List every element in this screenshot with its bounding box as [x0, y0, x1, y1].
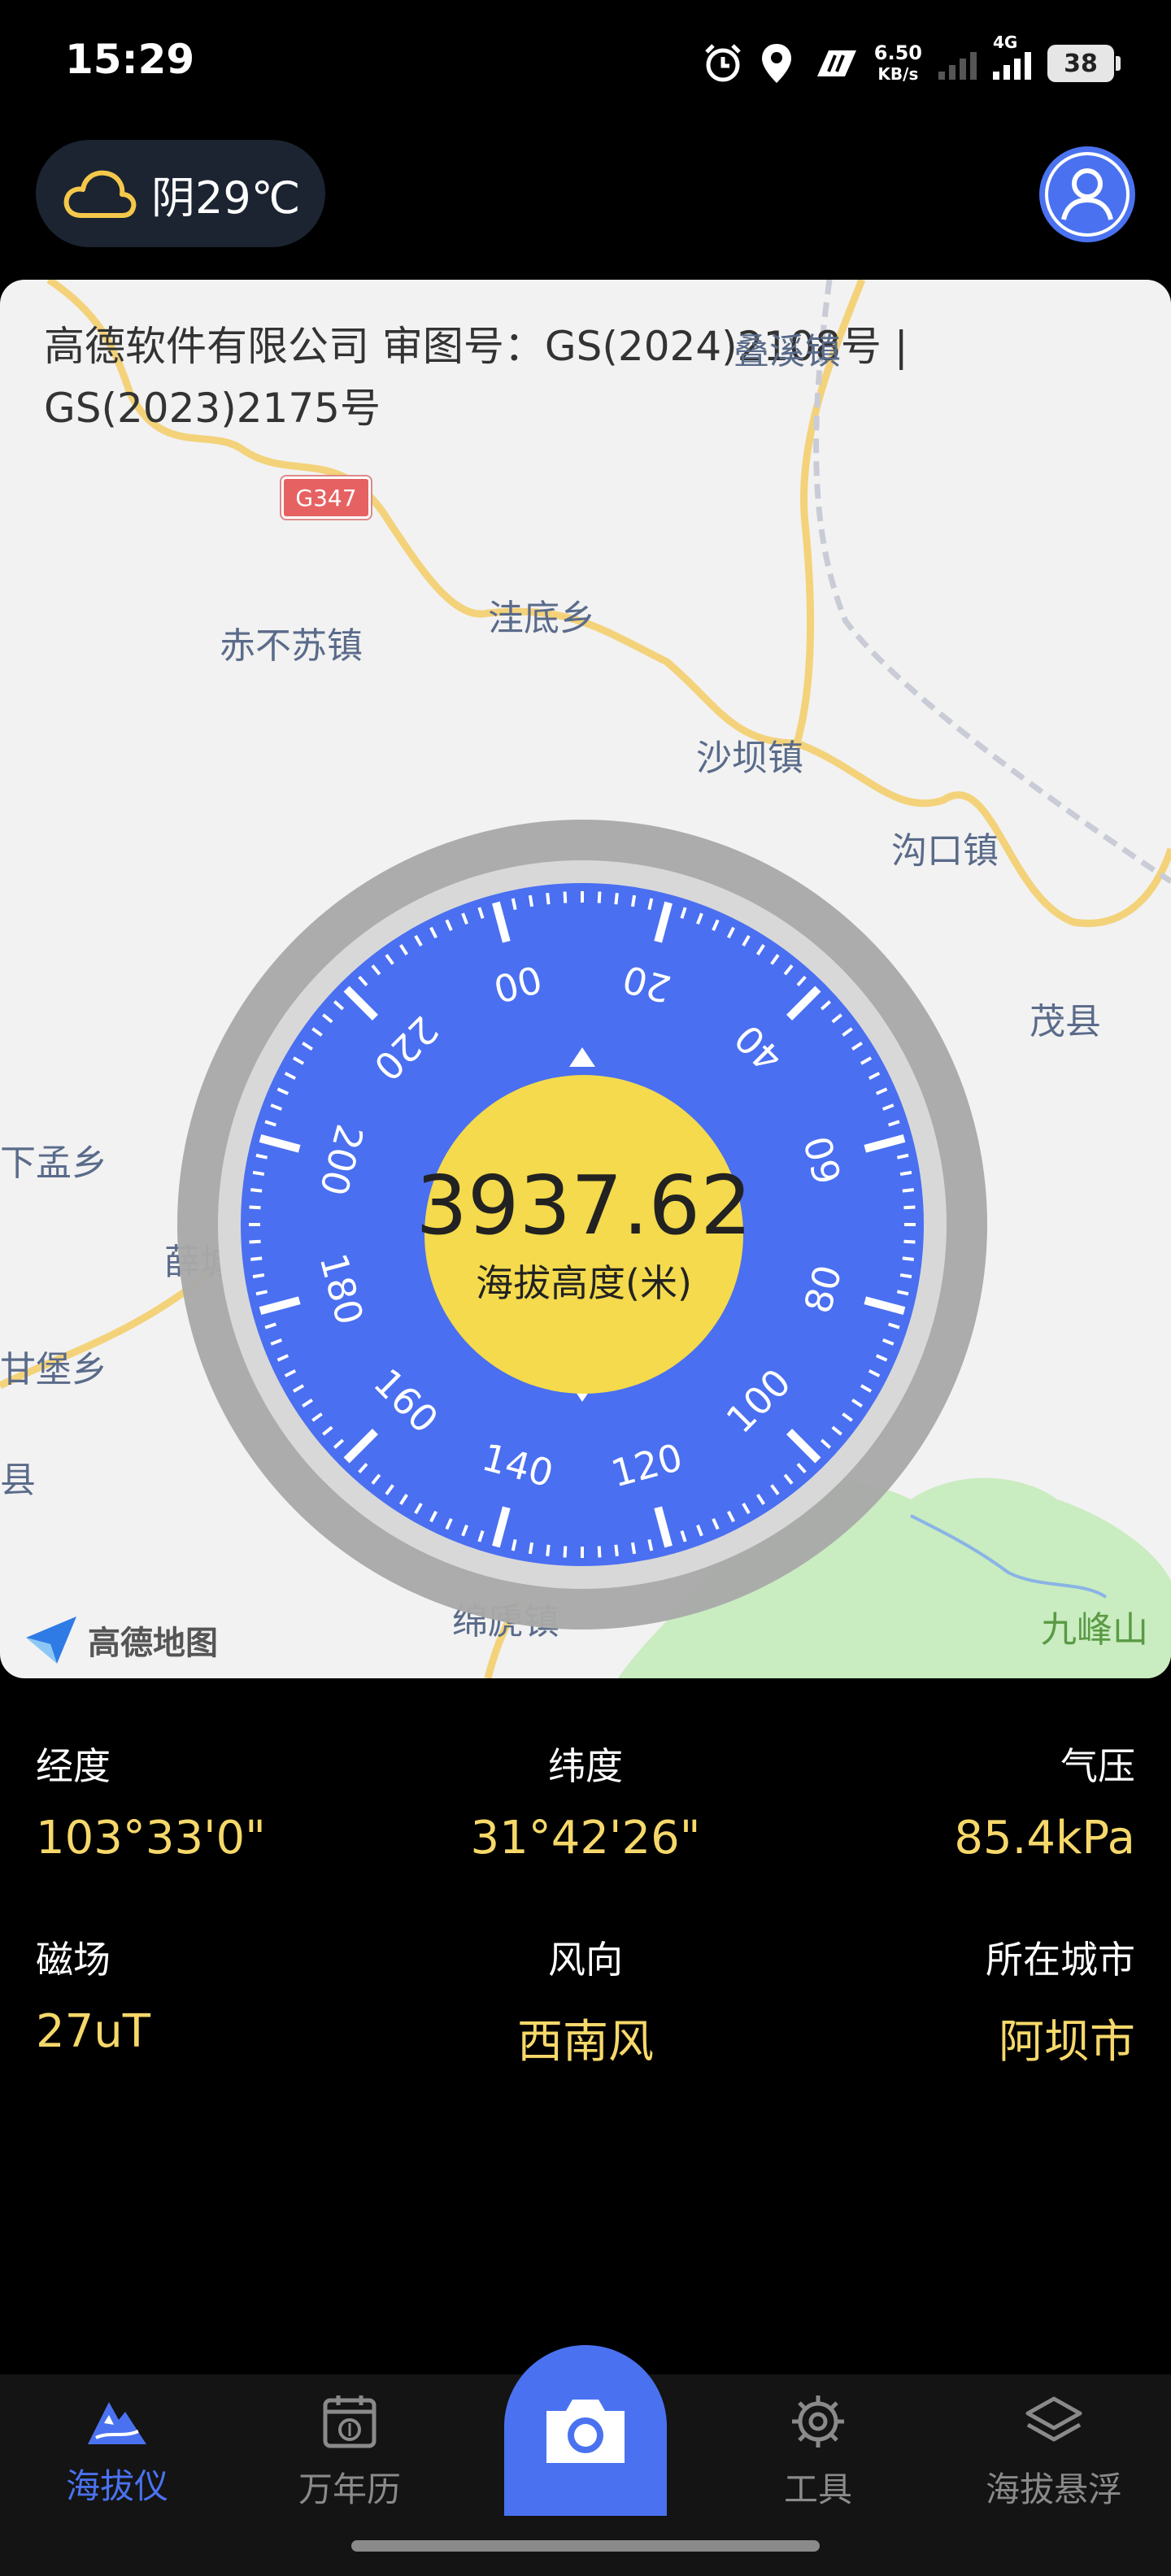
pressure-cell: 气压 85.4kPa: [794, 1737, 1135, 1865]
altitude-display: 3937.62 海拔高度(米): [416, 1075, 752, 1394]
nav-item-calendar[interactable]: 万年历: [252, 2374, 447, 2529]
dial-minor-tick: [630, 1542, 637, 1555]
battery-icon: 38: [1047, 45, 1121, 82]
signal-bars: [993, 47, 1031, 80]
longitude-label: 经度: [36, 1744, 111, 1788]
user-icon: [1045, 152, 1130, 237]
dial-minor-tick: [647, 898, 654, 911]
cloud-icon: [63, 170, 137, 218]
map-place: 九峰山: [1041, 1609, 1148, 1651]
status-time: 15:29: [65, 36, 195, 83]
dial-minor-tick: [896, 1290, 909, 1296]
dial-minor-tick: [252, 1273, 265, 1279]
dial-minor-tick: [630, 894, 637, 907]
battery-level: 38: [1064, 49, 1098, 78]
latitude-value: 31°42'26": [470, 1812, 701, 1865]
dial-minor-tick: [255, 1153, 268, 1160]
alarm-icon: [705, 44, 741, 82]
net-speed-unit: KB/s: [877, 64, 919, 84]
status-icons: 6.50 KB/s 4G 38: [702, 33, 1121, 88]
camera-button[interactable]: [504, 2345, 667, 2516]
longitude-cell: 经度 103°33'0": [36, 1737, 377, 1865]
map-place: 叠溪镇: [734, 331, 841, 372]
dial-minor-tick: [528, 1542, 534, 1555]
location-icon: [761, 44, 791, 83]
map-place: 洼底乡: [488, 598, 595, 639]
dial-minor-tick: [896, 1153, 909, 1160]
nav-item-float[interactable]: 海拔悬浮: [956, 2374, 1151, 2529]
net-speed: 6.50 KB/s: [874, 42, 922, 85]
dial-minor-tick: [255, 1290, 268, 1296]
dial-minor-tick: [899, 1170, 912, 1177]
wind-cell: 风向 西南风: [415, 1930, 756, 2071]
magnetic-label: 磁场: [36, 1938, 111, 1982]
avatar[interactable]: [1039, 146, 1135, 242]
tools-icon: [792, 2395, 844, 2448]
map-place: 赤不苏镇: [220, 625, 363, 667]
dial-minor-tick: [597, 891, 602, 903]
amap-logo-icon: [26, 1617, 76, 1664]
city-cell: 所在城市 阿坝市: [794, 1930, 1135, 2071]
nfc-icon: [816, 50, 856, 76]
dial-minor-tick: [546, 1544, 551, 1556]
dial-minor-tick: [902, 1256, 914, 1261]
road-sign: G347: [281, 476, 371, 519]
city-value: 阿坝市: [999, 2016, 1135, 2069]
city-label: 所在城市: [986, 1938, 1135, 1982]
home-indicator[interactable]: [351, 2540, 820, 2552]
altitude-label: 海拔高度(米): [476, 1261, 692, 1305]
net-speed-value: 6.50: [873, 41, 922, 64]
camera-icon: [546, 2400, 625, 2463]
longitude-value: 103°33'0": [36, 1812, 266, 1865]
nav-label: 万年历: [298, 2469, 401, 2509]
dial-minor-tick: [563, 1546, 568, 1558]
dial-minor-tick: [511, 898, 517, 911]
weather-pill[interactable]: 阴29℃: [36, 140, 325, 247]
dial-minor-tick: [528, 894, 534, 907]
latitude-cell: 纬度 31°42'26": [415, 1737, 756, 1865]
network-type: 4G: [993, 33, 1018, 52]
nav-label: 海拔悬浮: [985, 2469, 1122, 2509]
map-place: 沙坝镇: [696, 738, 803, 779]
weather-text: 阴29℃: [151, 172, 301, 224]
nav-item-altimeter[interactable]: 海拔仪: [20, 2374, 215, 2529]
wind-label: 风向: [548, 1938, 623, 1982]
map-place: 甘堡乡: [0, 1349, 107, 1390]
dial-minor-tick: [597, 1546, 602, 1558]
nav-item-tools[interactable]: 工具: [720, 2374, 916, 2529]
wind-value: 西南风: [517, 2016, 654, 2069]
altitude-value: 3937.62: [416, 1158, 752, 1253]
dial-minor-tick: [899, 1273, 912, 1279]
dial-minor-tick: [563, 891, 568, 903]
nav-label: 海拔仪: [65, 2465, 168, 2506]
signal-icon-sim1: [938, 47, 977, 80]
nav-label: 工具: [783, 2469, 852, 2509]
dial-minor-tick: [250, 1256, 263, 1261]
map-place: 茂县: [1030, 1001, 1101, 1042]
dial-minor-tick: [511, 1538, 517, 1551]
latitude-label: 纬度: [548, 1744, 623, 1788]
map-place: 县: [0, 1460, 36, 1501]
mountain-icon: [88, 2401, 146, 2444]
status-bar: 15:29 6.50 KB/s 4G 38: [0, 0, 1171, 130]
dial-minor-tick: [252, 1170, 265, 1177]
magnetic-value: 27uT: [36, 2005, 150, 2058]
signal-icon-sim2: 4G: [993, 33, 1031, 80]
dial-minor-tick: [546, 893, 551, 905]
map-copyright: 高德软件有限公司 审图号：GS(2024)2108号 | GS(2023)217…: [44, 323, 908, 432]
dial-minor-tick: [647, 1538, 654, 1551]
pressure-value: 85.4kPa: [954, 1812, 1135, 1865]
map-place: 下孟乡: [0, 1142, 107, 1184]
magnetic-cell: 磁场 27uT: [36, 1930, 377, 2058]
pressure-label: 气压: [1060, 1744, 1135, 1788]
calendar-icon: [323, 2395, 377, 2448]
layers-icon: [1025, 2396, 1082, 2441]
